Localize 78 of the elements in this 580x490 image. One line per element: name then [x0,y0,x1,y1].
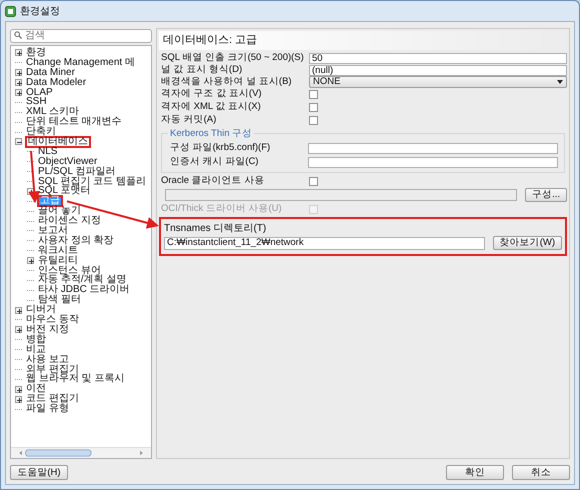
field-label: 구성 파일(krb5.conf)(F) [169,140,272,155]
text-field[interactable] [308,142,558,154]
dropdown[interactable]: NONE [309,76,567,88]
annotation-arrow [28,150,40,204]
toggle-icon[interactable] [15,138,22,146]
tree-item[interactable]: SQL 편집기 코드 템플리 [37,176,147,186]
tree-item[interactable]: 파일 유형 [25,404,70,414]
toggle-icon[interactable] [15,386,22,393]
field-label: SQL 배열 인출 크기(50 ~ 200)(S) [160,50,305,64]
tree-item[interactable]: 보고서 [37,226,69,236]
horizontal-scrollbar[interactable] [11,447,151,458]
tree-item[interactable]: PL/SQL 컴파일러 [37,166,116,177]
field-label: Tnsnames 디렉토리(T) [164,222,268,236]
tree-item[interactable]: OLAP [25,88,54,98]
search-icon [14,31,22,39]
tree-item[interactable]: Data Modeler [25,78,88,88]
tree-item[interactable]: 코드 편집기 [25,394,80,404]
tree-item[interactable]: XML 스키마 [25,107,80,118]
checkbox[interactable] [309,90,318,98]
tree-item[interactable]: 자동 추적/계획 설명 [37,275,128,286]
tree-item[interactable]: 라이센스 지정 [37,216,102,226]
cancel-button[interactable]: 취소 [512,465,570,480]
tree-item[interactable]: 디버거 [25,305,57,316]
text-field[interactable] [308,156,558,168]
field-label: 널 값 표시 형식(D) [160,62,244,76]
checkbox[interactable] [309,102,318,112]
field-label: OCI/Thick 드라이버 사용(U) [160,202,283,216]
tree-item[interactable]: 끌어 놓기 [37,206,82,216]
checkbox[interactable] [309,116,318,124]
tree-item[interactable]: 이전 [25,384,47,394]
tree-item[interactable]: 워크시트 [37,246,79,256]
tree-item[interactable]: 단위 테스트 매개변수 [25,117,123,128]
tree-item[interactable]: 단축키 [25,127,57,138]
tree-item[interactable]: 유틸리티 [37,256,79,266]
field-label: 인증서 캐시 파일(C) [169,154,260,169]
app-icon [5,6,16,16]
toggle-icon[interactable] [15,69,22,76]
tree-item[interactable]: 비교 [25,344,47,355]
tree-item[interactable]: SQL 포맷터 [37,186,92,196]
toggle-icon[interactable] [15,49,22,56]
tree-item[interactable]: 병합 [25,334,47,345]
toggle-icon[interactable] [15,306,22,314]
tree-item[interactable]: 사용 보고 [25,354,70,365]
tree-item[interactable]: Change Management 메 [25,58,136,68]
toggle-icon[interactable] [15,326,22,334]
tree-item[interactable]: 사용자 정의 확장 [37,236,115,246]
tree-item[interactable]: NLS [37,146,58,157]
tree-item[interactable]: 환경 [25,48,47,58]
tree-item[interactable]: SSH [25,97,48,108]
tree-item[interactable]: 탐색 필터 [37,295,82,306]
tree-item[interactable]: 웹 브라우저 및 프록시 [25,374,126,384]
field-label: 격자에 XML 값 표시(X) [160,100,262,114]
toggle-icon[interactable] [15,89,22,96]
toggle-icon[interactable] [27,257,34,264]
field-label: 배경색을 사용하여 널 표시(B) [160,74,293,88]
help-button[interactable]: 도움말(H) [10,465,68,480]
toggle-icon[interactable] [15,396,22,403]
tree-item[interactable]: 타사 JDBC 드라이버 [37,285,131,296]
tree-item[interactable]: 버전 지정 [25,324,70,335]
text-field[interactable]: (null) [309,64,567,76]
field-label: Oracle 클라이언트 사용 [160,174,266,188]
browse-button[interactable]: 찾아보기(W) [492,236,562,250]
dropdown-arrow-icon [557,80,563,84]
field-label: 자동 커밋(A) [160,112,218,127]
tree-item[interactable]: 데이터베이스 [25,136,91,148]
tree-item[interactable]: Data Miner [25,68,76,78]
tree-item[interactable]: 인스턴스 뷰어 [37,266,102,276]
search-field[interactable]: 검색 [10,28,152,42]
tree-item[interactable]: ObjectViewer [37,156,98,167]
field-label: 격자에 구조 값 표시(V) [160,86,263,101]
toggle-icon[interactable] [15,79,22,86]
window-title: 환경설정 [20,4,60,18]
tree-item[interactable]: 외부 편집기 [25,364,80,374]
tree-item[interactable]: 마우스 동작 [25,315,80,325]
checkbox[interactable] [309,176,318,186]
text-field[interactable]: 50 [309,52,567,64]
path-field[interactable]: C:₩instantclient_11_2₩network [164,236,485,250]
ok-button[interactable]: 확인 [446,465,504,480]
